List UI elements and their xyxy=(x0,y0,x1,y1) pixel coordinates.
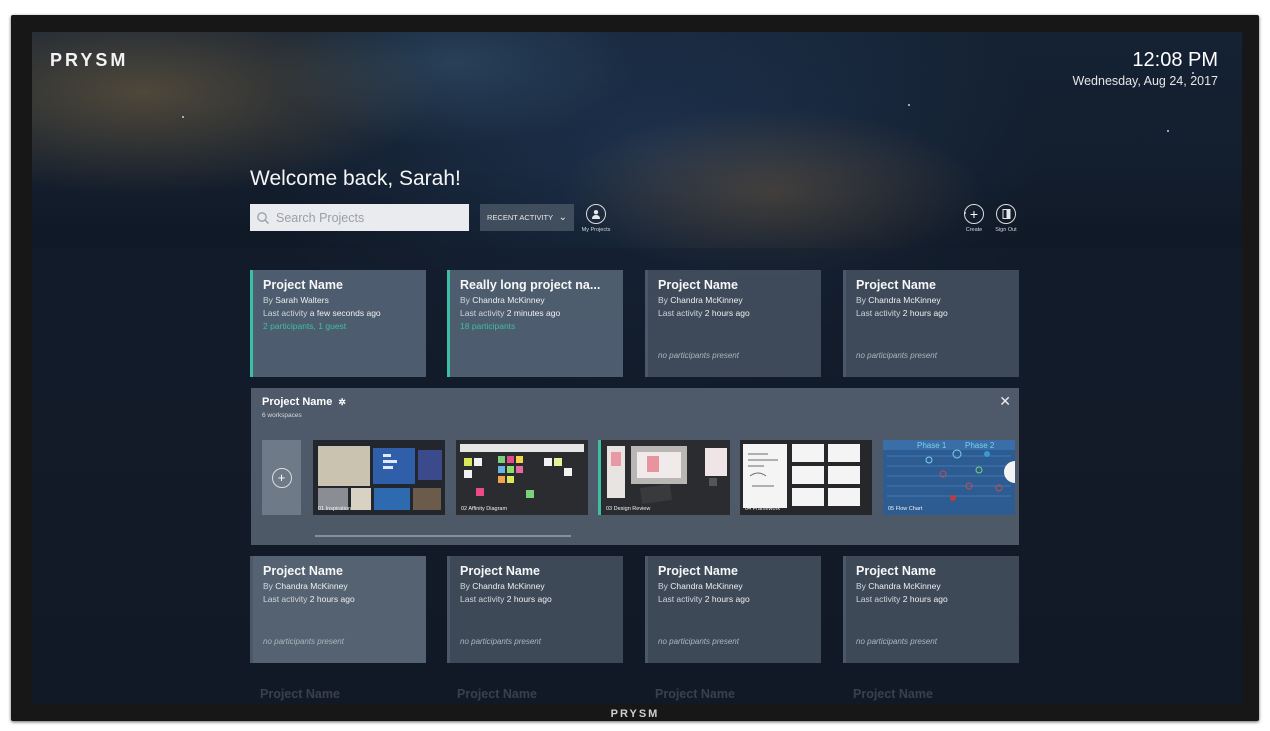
workspace-label: 01 Inspiration xyxy=(318,506,352,512)
plus-icon: + xyxy=(271,467,292,488)
bezel-logo: PRYSM xyxy=(610,708,660,720)
user-icon xyxy=(586,204,606,224)
close-icon[interactable]: ✕ xyxy=(999,393,1011,410)
project-card[interactable]: Project Name By Chandra McKinney Last ac… xyxy=(645,556,821,663)
project-card[interactable]: Project Name By Chandra McKinney Last ac… xyxy=(447,556,623,663)
workspaces-scrollbar[interactable] xyxy=(315,535,571,537)
chevron-down-icon: ⌄ xyxy=(558,212,567,223)
project-participants: 18 participants xyxy=(460,321,516,331)
search-icon xyxy=(257,211,269,224)
workspace-label: 03 Design Review xyxy=(606,506,651,512)
project-title: Project Name xyxy=(856,278,936,292)
search-box[interactable] xyxy=(250,204,469,231)
faded-project-title: Project Name xyxy=(457,687,537,701)
project-title: Project Name xyxy=(263,278,343,292)
workspace-thumbnail[interactable]: 02 Affinity Diagram xyxy=(456,440,588,515)
project-author: Chandra McKinney xyxy=(472,295,545,305)
project-activity: 2 hours ago xyxy=(902,308,948,318)
my-projects-label: My Projects xyxy=(581,227,611,233)
project-title: Project Name xyxy=(263,564,343,578)
project-card[interactable]: Really long project na... By Chandra McK… xyxy=(447,270,623,377)
project-workspaces-panel: Project Name ✲ 6 workspaces ✕ + 01 Inspi… xyxy=(251,388,1019,545)
sort-label: RECENT ACTIVITY xyxy=(487,213,554,222)
project-activity: 2 hours ago xyxy=(309,594,355,604)
screen: PRYSM 12:08 PM Wednesday, Aug 24, 2017 W… xyxy=(32,32,1242,704)
project-title: Project Name xyxy=(460,564,540,578)
sign-out-button[interactable]: Sign Out xyxy=(986,204,1026,233)
project-author: Chandra McKinney xyxy=(868,295,941,305)
project-card[interactable]: Project Name By Sarah Walters Last activ… xyxy=(250,270,426,377)
no-participants: no participants present xyxy=(856,351,937,360)
project-activity: 2 hours ago xyxy=(704,594,750,604)
project-card[interactable]: Project Name By Chandra McKinney Last ac… xyxy=(250,556,426,663)
project-title: Project Name xyxy=(856,564,936,578)
no-participants: no participants present xyxy=(856,637,937,646)
project-author: Chandra McKinney xyxy=(472,581,545,591)
clock-date: Wednesday, Aug 24, 2017 xyxy=(1072,74,1218,88)
project-title: Project Name xyxy=(658,278,738,292)
search-input[interactable] xyxy=(274,209,458,226)
prysm-logo: PRYSM xyxy=(50,50,129,70)
project-card[interactable]: Project Name By Chandra McKinney Last ac… xyxy=(645,270,821,377)
project-activity: a few seconds ago xyxy=(309,308,381,318)
clock: 12:08 PM Wednesday, Aug 24, 2017 xyxy=(1073,49,1218,88)
my-projects-button[interactable]: My Projects xyxy=(576,204,616,233)
faded-project-title: Project Name xyxy=(853,687,933,701)
project-title: Project Name xyxy=(658,564,738,578)
panel-title: Project Name xyxy=(262,396,333,408)
faded-project-title: Project Name xyxy=(655,687,735,701)
workspace-label: 02 Affinity Diagram xyxy=(461,506,508,512)
add-workspace-button[interactable]: + xyxy=(262,440,301,515)
project-author: Chandra McKinney xyxy=(670,581,743,591)
project-activity: 2 hours ago xyxy=(506,594,552,604)
workspace-thumbnail[interactable]: Phase 1 Phase 2 05 Flow Chart xyxy=(883,440,1015,515)
project-card[interactable]: Project Name By Chandra McKinney Last ac… xyxy=(843,270,1019,377)
sign-out-label: Sign Out xyxy=(995,227,1017,233)
project-participants: 2 participants, 1 guest xyxy=(263,321,347,331)
workspace-thumbnail[interactable]: 04 Framework xyxy=(740,440,872,515)
project-author: Sarah Walters xyxy=(275,295,329,305)
welcome-heading: Welcome back, Sarah! xyxy=(250,167,461,190)
no-participants: no participants present xyxy=(658,637,739,646)
workspace-label: 05 Flow Chart xyxy=(888,506,923,512)
clock-time: 12:08 PM xyxy=(1132,49,1218,71)
project-card[interactable]: Project Name By Chandra McKinney Last ac… xyxy=(843,556,1019,663)
project-activity: 2 minutes ago xyxy=(506,308,561,318)
no-participants: no participants present xyxy=(460,637,541,646)
workspace-label: 04 Framework xyxy=(745,506,781,512)
workspace-thumbnail[interactable]: 03 Design Review xyxy=(598,440,730,515)
no-participants: no participants present xyxy=(658,351,739,360)
project-author: Chandra McKinney xyxy=(670,295,743,305)
panel-subtitle: 6 workspaces xyxy=(262,412,302,419)
project-activity: 2 hours ago xyxy=(704,308,750,318)
project-title: Really long project na... xyxy=(460,278,601,292)
workspace-thumbnail[interactable]: 01 Inspiration xyxy=(313,440,445,515)
project-author: Chandra McKinney xyxy=(275,581,348,591)
gear-icon[interactable]: ✲ xyxy=(338,397,346,408)
svg-text:Phase 1: Phase 1 xyxy=(917,441,947,450)
faded-project-title: Project Name xyxy=(260,687,340,701)
plus-icon: + xyxy=(964,204,984,224)
project-author: Chandra McKinney xyxy=(868,581,941,591)
no-participants: no participants present xyxy=(263,637,344,646)
project-activity: 2 hours ago xyxy=(902,594,948,604)
sort-dropdown[interactable]: RECENT ACTIVITY ⌄ xyxy=(480,204,574,231)
sign-out-icon xyxy=(996,204,1016,224)
svg-text:Phase 2: Phase 2 xyxy=(965,441,995,450)
